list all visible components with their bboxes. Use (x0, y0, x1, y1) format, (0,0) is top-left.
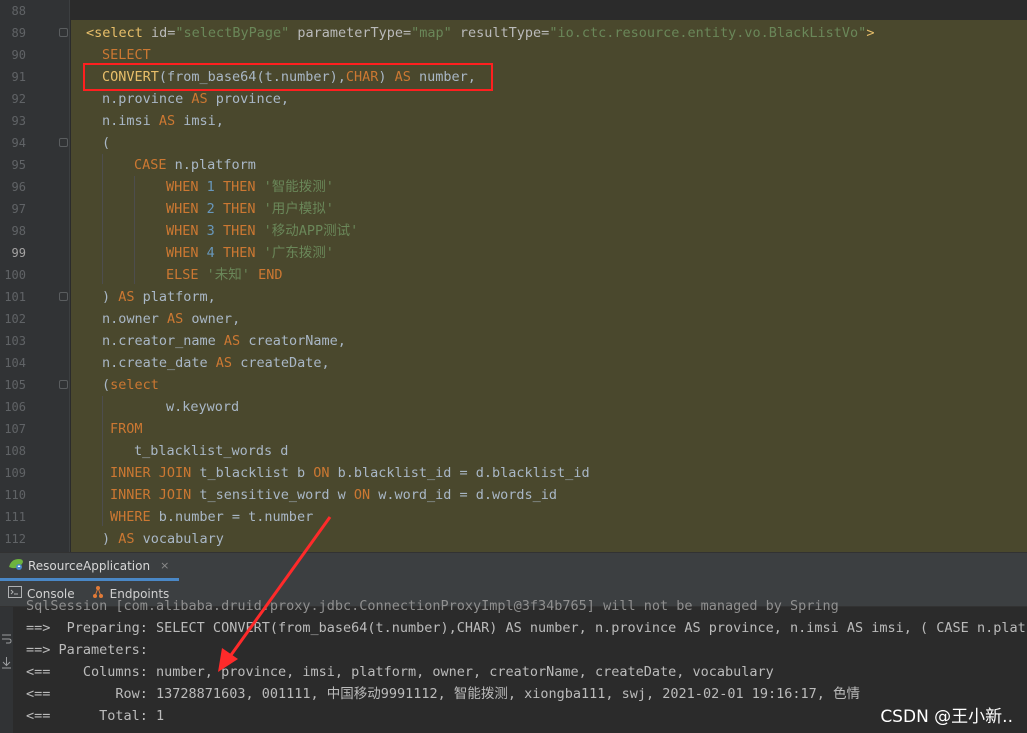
console-side-toolbar (0, 607, 13, 733)
code-line-92: n.province AS province, (102, 91, 289, 107)
console-line: <== Columns: number, province, imsi, pla… (26, 664, 774, 680)
line-number: 103 (4, 334, 26, 348)
console-line: ==> Parameters: (26, 642, 157, 658)
code-line-89: <select id="selectByPage" parameterType=… (86, 25, 875, 41)
console-icon (8, 586, 22, 601)
indent-guide (102, 154, 103, 284)
tab-resource-application[interactable]: ResourceApplication × (0, 553, 180, 581)
code-line-109: INNER JOIN t_blacklist b ON b.blacklist_… (110, 465, 590, 481)
csdn-watermark: CSDN @王小新.. (880, 707, 1013, 727)
code-line-106: w.keyword (166, 399, 240, 415)
console-line: <== Total: 1 (26, 708, 165, 724)
code-line-111: WHERE b.number = t.number (110, 509, 314, 525)
line-number: 93 (11, 114, 26, 128)
fold-marker[interactable] (59, 138, 68, 147)
line-number: 112 (4, 532, 26, 546)
soft-wrap-icon[interactable] (1, 631, 12, 645)
line-number: 101 (4, 290, 26, 304)
line-number: 111 (4, 510, 26, 524)
line-number: 95 (11, 158, 26, 172)
code-line-103: n.creator_name AS creatorName, (102, 333, 346, 349)
code-line-100: ELSE '未知' END (166, 267, 283, 283)
code-line-112: ) AS vocabulary (102, 531, 224, 547)
fold-marker[interactable] (59, 292, 68, 301)
run-tool-window-tabs: ResourceApplication × (0, 552, 1027, 581)
fold-marker[interactable] (59, 28, 68, 37)
line-number: 89 (11, 26, 26, 40)
code-line-102: n.owner AS owner, (102, 311, 241, 327)
line-number: 99 (11, 246, 26, 260)
code-editor[interactable]: 88 89 90 91 92 93 94 95 96 97 98 99 100 101 102 103 104 1… (0, 0, 1027, 552)
code-line-98: WHEN 3 THEN '移动APP测试' (166, 223, 359, 239)
line-number: 88 (11, 4, 26, 18)
code-line-99: WHEN 4 THEN '广东拨测' (166, 245, 334, 261)
code-line-101: ) AS platform, (102, 289, 216, 305)
line-number: 94 (11, 136, 26, 150)
line-number: 91 (11, 70, 26, 84)
line-number: 109 (4, 466, 26, 480)
close-icon[interactable]: × (160, 559, 169, 572)
line-number: 106 (4, 400, 26, 414)
code-line-96: WHEN 1 THEN '智能拨测' (166, 179, 334, 195)
code-line-95: CASE n.platform (134, 157, 256, 173)
code-line-108: t_blacklist_words d (134, 443, 289, 459)
console-line: SqlSession [com.alibaba.druid.proxy.jdbc… (26, 598, 839, 614)
line-number: 92 (11, 92, 26, 106)
line-number: 104 (4, 356, 26, 370)
indent-guide (102, 396, 103, 526)
line-number: 96 (11, 180, 26, 194)
line-number: 108 (4, 444, 26, 458)
highlight-annotation-box (83, 63, 493, 91)
console-line: <== Row: 13728871603, 001111, 中国移动999111… (26, 686, 860, 702)
line-number: 98 (11, 224, 26, 238)
code-line-93: n.imsi AS imsi, (102, 113, 224, 129)
code-line-104: n.create_date AS createDate, (102, 355, 330, 371)
line-number: 97 (11, 202, 26, 216)
spring-boot-icon (8, 556, 24, 575)
line-number: 105 (4, 378, 26, 392)
line-number: 110 (4, 488, 26, 502)
scroll-to-end-icon[interactable] (1, 655, 12, 669)
line-number: 100 (4, 268, 26, 282)
indent-guide (134, 176, 135, 284)
tab-label: ResourceApplication (28, 558, 151, 573)
code-line-105: (select (102, 377, 159, 393)
fold-marker[interactable] (59, 380, 68, 389)
code-line-110: INNER JOIN t_sensitive_word w ON w.word_… (110, 487, 558, 503)
line-number: 102 (4, 312, 26, 326)
console-line: ==> Preparing: SELECT CONVERT(from_base6… (26, 620, 1027, 636)
code-line-97: WHEN 2 THEN '用户模拟' (166, 201, 334, 217)
code-line-107: FROM (110, 421, 143, 437)
line-number: 90 (11, 48, 26, 62)
line-number: 107 (4, 422, 26, 436)
console-output[interactable]: SqlSession [com.alibaba.druid.proxy.jdbc… (0, 598, 1027, 733)
code-line-94: ( (102, 135, 111, 151)
